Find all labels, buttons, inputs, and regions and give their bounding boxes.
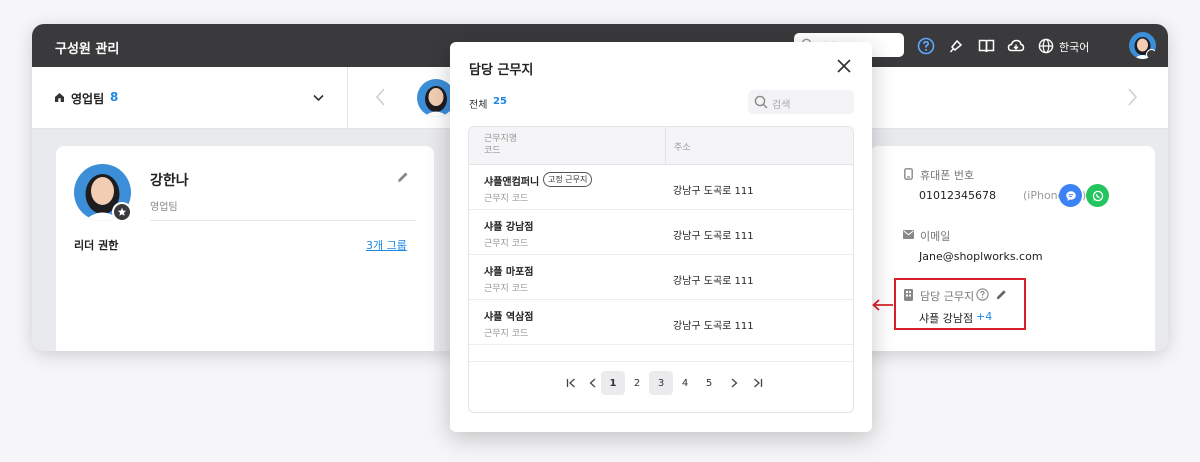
first-page-button[interactable] xyxy=(559,371,583,395)
last-page-icon xyxy=(754,378,763,388)
home-icon xyxy=(55,93,64,102)
profile-name: 강한나 xyxy=(150,173,189,189)
star-badge-icon xyxy=(1146,49,1156,59)
search-placeholder: 검색 xyxy=(772,100,791,111)
page-button-4[interactable]: 4 xyxy=(673,371,697,395)
highlight-box xyxy=(894,278,1026,330)
page-button-2[interactable]: 2 xyxy=(625,371,649,395)
column-header-name: 근무지명 코드 xyxy=(484,133,517,157)
profile-team: 영업팀 xyxy=(150,202,178,213)
mail-icon xyxy=(903,230,914,239)
leader-permission-label: 리더 권한 xyxy=(74,239,119,252)
workplace-code: 근무지 코드 xyxy=(484,239,529,249)
chevron-right-icon[interactable] xyxy=(1125,87,1139,107)
email-label: 이메일 xyxy=(920,230,951,243)
globe-icon[interactable] xyxy=(1036,36,1056,56)
divider xyxy=(469,361,853,362)
workplace-address: 강남구 도곡로 111 xyxy=(673,186,754,197)
divider xyxy=(150,220,416,221)
workplace-code: 근무지 코드 xyxy=(484,329,529,339)
workplace-name: 샤플 마포점 xyxy=(484,267,534,278)
chevron-right-icon xyxy=(731,378,738,388)
chevron-left-icon[interactable] xyxy=(374,87,388,107)
modal-title: 담당 근무지 xyxy=(469,63,534,78)
workplace-modal: 담당 근무지 전체 25 검색 근무지명 코드 주소 샤플앤컴퍼니 고정 근무지… xyxy=(450,42,872,432)
workplace-code: 근무지 코드 xyxy=(484,284,529,294)
team-name: 영업팀 xyxy=(71,92,105,106)
table-row[interactable]: 샤플앤컴퍼니 고정 근무지 근무지 코드 강남구 도곡로 111 xyxy=(469,165,853,210)
total-count: 25 xyxy=(493,96,507,107)
table-header: 근무지명 코드 주소 xyxy=(469,127,853,165)
workplace-code: 근무지 코드 xyxy=(484,194,529,204)
team-dropdown[interactable]: 영업팀 8 xyxy=(32,67,348,129)
page-button-3[interactable]: 3 xyxy=(649,371,673,395)
fixed-workplace-badge: 고정 근무지 xyxy=(543,172,593,187)
modal-search-input[interactable]: 검색 xyxy=(748,90,854,114)
page-button-5[interactable]: 5 xyxy=(697,371,721,395)
table-row[interactable]: 샤플 마포점 근무지 코드 강남구 도곡로 111 xyxy=(469,255,853,300)
chat-button[interactable] xyxy=(1059,184,1082,207)
close-icon[interactable] xyxy=(834,56,854,76)
leader-groups-link[interactable]: 3개 그룹 xyxy=(366,237,407,253)
help-icon[interactable] xyxy=(916,36,936,56)
table-row[interactable]: 샤플 강남점 근무지 코드 강남구 도곡로 111 xyxy=(469,210,853,255)
email-value: Jane@shoplworks.com xyxy=(919,250,1043,263)
next-page-button[interactable] xyxy=(722,371,746,395)
column-header-name-label: 근무지명 xyxy=(484,134,518,144)
chevron-down-icon xyxy=(313,94,324,102)
workplace-name: 샤플 역삼점 xyxy=(484,312,534,323)
first-page-icon xyxy=(566,378,575,388)
page-button-1[interactable]: 1 xyxy=(601,371,625,395)
whatsapp-button[interactable] xyxy=(1086,184,1109,207)
workplace-name: 샤플앤컴퍼니 xyxy=(484,177,540,188)
page-title: 구성원 관리 xyxy=(55,42,120,57)
table-row[interactable]: 샤플 역삼점 근무지 코드 강남구 도곡로 111 xyxy=(469,300,853,345)
download-cloud-icon[interactable] xyxy=(1006,36,1026,56)
last-page-button[interactable] xyxy=(746,371,770,395)
star-icon xyxy=(112,202,132,222)
arrow-left-icon xyxy=(872,299,893,311)
book-icon[interactable] xyxy=(976,36,996,56)
pencil-icon[interactable] xyxy=(396,170,410,184)
workplace-address: 강남구 도곡로 111 xyxy=(673,231,754,242)
whatsapp-icon xyxy=(1092,190,1103,201)
team-count: 8 xyxy=(110,90,119,104)
phone-value: 01012345678 xyxy=(919,189,996,202)
chat-bubble-icon xyxy=(1065,190,1076,201)
profile-card: 강한나 영업팀 리더 권한 3개 그룹 xyxy=(56,146,434,351)
workplace-name: 샤플 강남점 xyxy=(484,222,534,233)
total-label: 전체 xyxy=(469,100,488,111)
phone-icon xyxy=(904,168,913,180)
user-avatar[interactable] xyxy=(1129,32,1156,59)
workplace-address: 강남구 도곡로 111 xyxy=(673,276,754,287)
column-header-code-label: 코드 xyxy=(484,146,501,156)
column-separator xyxy=(665,127,666,165)
column-header-address: 주소 xyxy=(674,143,691,153)
workplace-table: 근무지명 코드 주소 샤플앤컴퍼니 고정 근무지 근무지 코드 강남구 도곡로 … xyxy=(468,126,854,413)
workplace-address: 강남구 도곡로 111 xyxy=(673,321,754,332)
search-icon xyxy=(754,95,768,109)
chevron-left-icon xyxy=(589,378,596,388)
pin-icon[interactable] xyxy=(946,36,966,56)
language-selector[interactable]: 한국어 xyxy=(1059,39,1089,55)
phone-label: 휴대폰 번호 xyxy=(920,169,975,182)
